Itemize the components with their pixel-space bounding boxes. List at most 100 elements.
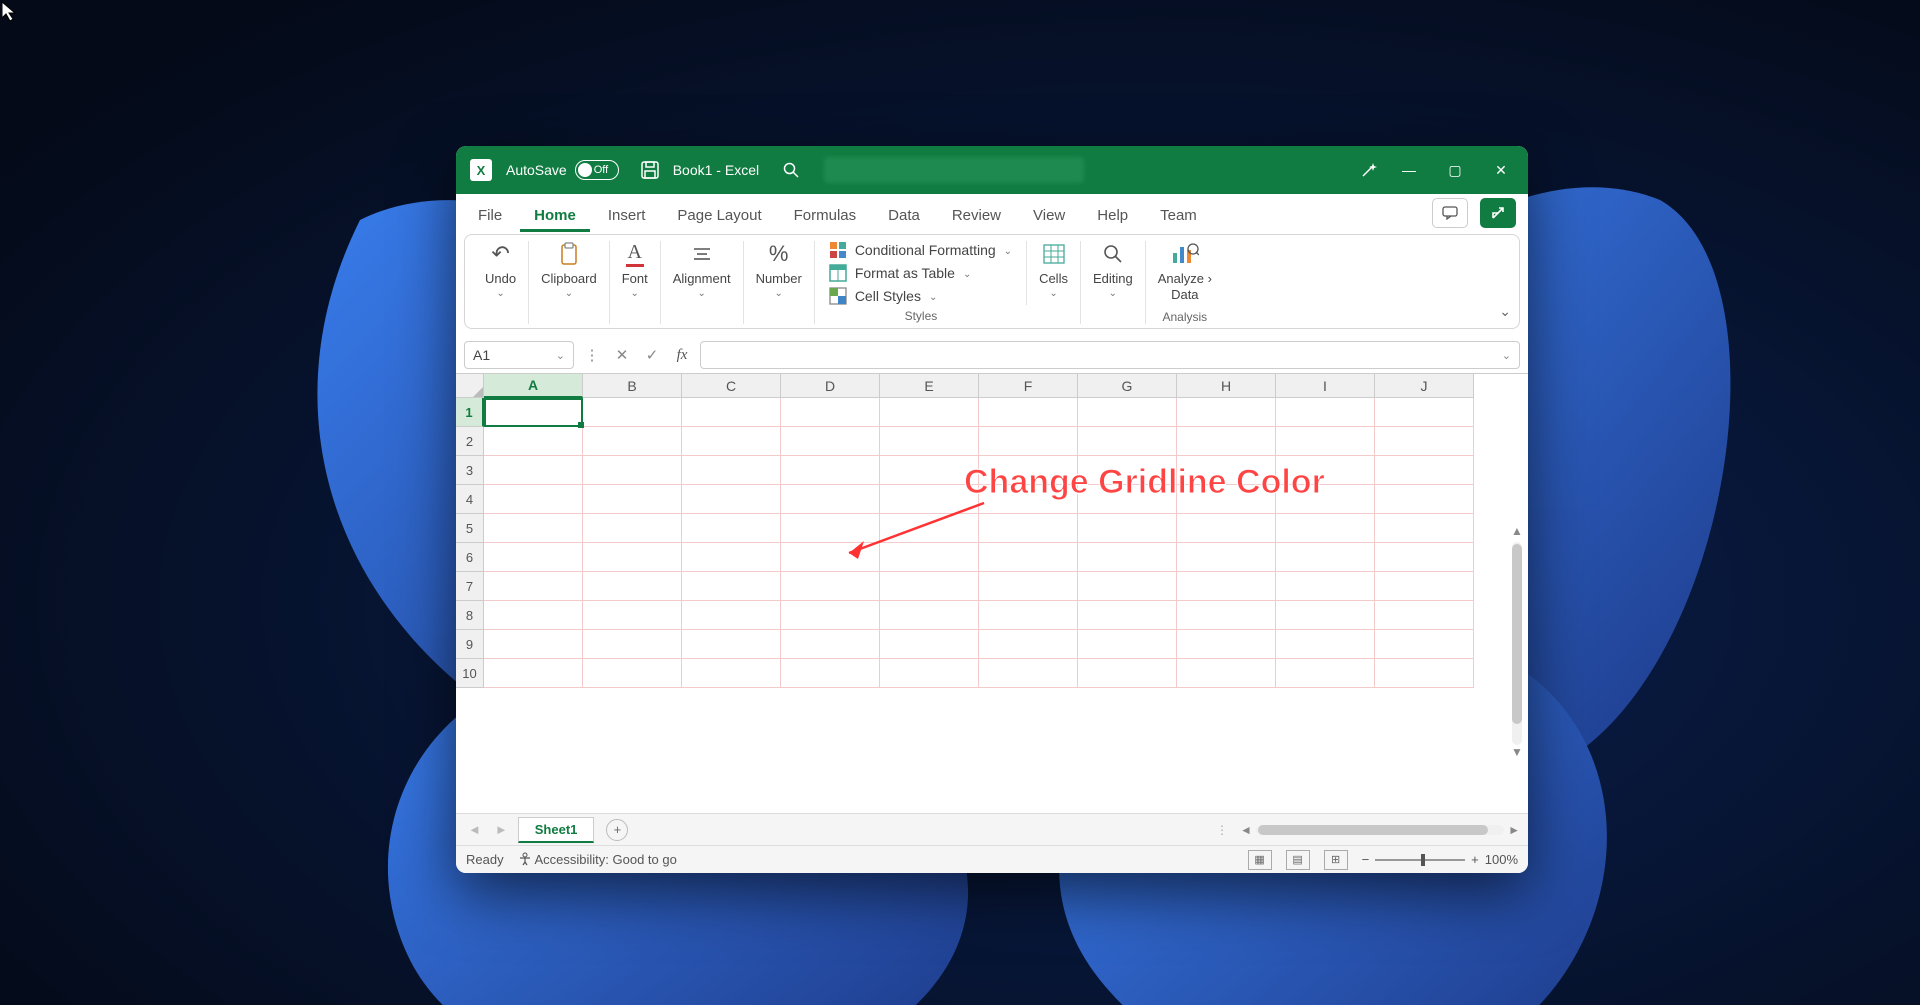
- h-scroll-track[interactable]: [1256, 825, 1504, 835]
- cell-A9[interactable]: [484, 630, 583, 659]
- close-button[interactable]: ✕: [1478, 146, 1524, 194]
- cell-E4[interactable]: [880, 485, 979, 514]
- scroll-right-icon[interactable]: ►: [1508, 823, 1520, 837]
- cell-E9[interactable]: [880, 630, 979, 659]
- group-editing[interactable]: Editing ⌄: [1081, 241, 1146, 324]
- expand-formula-icon[interactable]: ⌄: [1502, 349, 1511, 362]
- column-header-J[interactable]: J: [1375, 374, 1474, 398]
- column-header-I[interactable]: I: [1276, 374, 1375, 398]
- cell-B2[interactable]: [583, 427, 682, 456]
- insert-function-button[interactable]: fx: [670, 343, 694, 367]
- cell-E2[interactable]: [880, 427, 979, 456]
- cell-I1[interactable]: [1276, 398, 1375, 427]
- row-header-8[interactable]: 8: [456, 601, 484, 630]
- cell-H4[interactable]: [1177, 485, 1276, 514]
- view-page-layout-button[interactable]: ▤: [1286, 850, 1310, 870]
- row-header-2[interactable]: 2: [456, 427, 484, 456]
- autosave-toggle[interactable]: Off: [575, 160, 619, 180]
- cell-G6[interactable]: [1078, 543, 1177, 572]
- cell-B3[interactable]: [583, 456, 682, 485]
- name-box-more[interactable]: ⋮: [580, 343, 604, 367]
- cell-G7[interactable]: [1078, 572, 1177, 601]
- column-header-H[interactable]: H: [1177, 374, 1276, 398]
- cell-C7[interactable]: [682, 572, 781, 601]
- cell-F5[interactable]: [979, 514, 1078, 543]
- zoom-in-button[interactable]: +: [1471, 852, 1479, 867]
- cell-C6[interactable]: [682, 543, 781, 572]
- cell-I10[interactable]: [1276, 659, 1375, 688]
- scroll-left-icon[interactable]: ◄: [1240, 823, 1252, 837]
- row-header-10[interactable]: 10: [456, 659, 484, 688]
- cell-D4[interactable]: [781, 485, 880, 514]
- cell-E10[interactable]: [880, 659, 979, 688]
- cell-B4[interactable]: [583, 485, 682, 514]
- cell-D9[interactable]: [781, 630, 880, 659]
- cell-E3[interactable]: [880, 456, 979, 485]
- column-header-F[interactable]: F: [979, 374, 1078, 398]
- sheet-tab-sheet1[interactable]: Sheet1: [518, 817, 595, 843]
- group-clipboard[interactable]: Clipboard ⌄: [529, 241, 610, 324]
- cell-H1[interactable]: [1177, 398, 1276, 427]
- cell-G2[interactable]: [1078, 427, 1177, 456]
- comments-button[interactable]: [1432, 198, 1468, 228]
- row-header-3[interactable]: 3: [456, 456, 484, 485]
- zoom-handle[interactable]: [1421, 854, 1425, 866]
- cell-E1[interactable]: [880, 398, 979, 427]
- cell-C10[interactable]: [682, 659, 781, 688]
- save-button[interactable]: [636, 156, 664, 184]
- cell-styles-button[interactable]: Cell Styles ⌄: [829, 287, 1012, 305]
- cell-B5[interactable]: [583, 514, 682, 543]
- cell-F8[interactable]: [979, 601, 1078, 630]
- search-button[interactable]: [777, 156, 805, 184]
- vertical-scrollbar[interactable]: ▲ ▼: [1508, 524, 1526, 763]
- cell-A6[interactable]: [484, 543, 583, 572]
- cell-E7[interactable]: [880, 572, 979, 601]
- group-cells[interactable]: Cells ⌄: [1027, 241, 1081, 324]
- row-header-4[interactable]: 4: [456, 485, 484, 514]
- row-header-7[interactable]: 7: [456, 572, 484, 601]
- cell-H7[interactable]: [1177, 572, 1276, 601]
- cell-A4[interactable]: [484, 485, 583, 514]
- cell-I7[interactable]: [1276, 572, 1375, 601]
- group-font[interactable]: A Font ⌄: [610, 241, 661, 324]
- cell-J6[interactable]: [1375, 543, 1474, 572]
- scroll-up-icon[interactable]: ▲: [1511, 524, 1523, 542]
- cell-E5[interactable]: [880, 514, 979, 543]
- zoom-slider[interactable]: [1375, 859, 1465, 861]
- cell-G3[interactable]: [1078, 456, 1177, 485]
- quick-access-magic[interactable]: [1355, 156, 1383, 184]
- cell-I9[interactable]: [1276, 630, 1375, 659]
- cell-J7[interactable]: [1375, 572, 1474, 601]
- cell-D2[interactable]: [781, 427, 880, 456]
- cell-A7[interactable]: [484, 572, 583, 601]
- h-scroll-thumb[interactable]: [1258, 825, 1488, 835]
- cell-D5[interactable]: [781, 514, 880, 543]
- cell-I6[interactable]: [1276, 543, 1375, 572]
- cell-J8[interactable]: [1375, 601, 1474, 630]
- group-undo[interactable]: ↶ Undo ⌄: [473, 241, 529, 324]
- cell-D10[interactable]: [781, 659, 880, 688]
- cell-A1[interactable]: [484, 398, 583, 427]
- cell-F4[interactable]: [979, 485, 1078, 514]
- cell-J5[interactable]: [1375, 514, 1474, 543]
- cell-G1[interactable]: [1078, 398, 1177, 427]
- row-header-6[interactable]: 6: [456, 543, 484, 572]
- tab-insert[interactable]: Insert: [594, 199, 660, 232]
- tab-splitter-icon[interactable]: ⋮: [1216, 823, 1228, 837]
- tab-review[interactable]: Review: [938, 199, 1015, 232]
- cell-G4[interactable]: [1078, 485, 1177, 514]
- cell-F9[interactable]: [979, 630, 1078, 659]
- cell-F7[interactable]: [979, 572, 1078, 601]
- tab-help[interactable]: Help: [1083, 199, 1142, 232]
- cell-J4[interactable]: [1375, 485, 1474, 514]
- tab-home[interactable]: Home: [520, 199, 590, 232]
- cell-D1[interactable]: [781, 398, 880, 427]
- cell-B9[interactable]: [583, 630, 682, 659]
- cell-F2[interactable]: [979, 427, 1078, 456]
- column-header-G[interactable]: G: [1078, 374, 1177, 398]
- minimize-button[interactable]: —: [1386, 146, 1432, 194]
- tab-page-layout[interactable]: Page Layout: [663, 199, 775, 232]
- cell-H5[interactable]: [1177, 514, 1276, 543]
- cell-E8[interactable]: [880, 601, 979, 630]
- column-header-B[interactable]: B: [583, 374, 682, 398]
